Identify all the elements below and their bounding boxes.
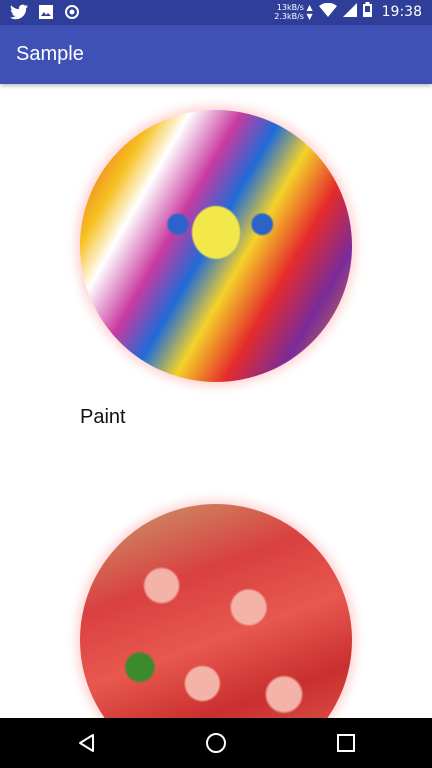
battery-icon	[362, 2, 372, 22]
home-icon[interactable]	[204, 731, 228, 755]
twitter-icon	[10, 4, 28, 25]
app-title: Sample	[16, 43, 84, 65]
content-list[interactable]: Paint	[0, 84, 432, 718]
back-icon[interactable]	[75, 731, 99, 755]
nav-bar	[0, 718, 432, 768]
signal-icon	[342, 2, 357, 22]
strawberries-photo	[80, 504, 352, 718]
network-speed: 13kB/s ▲ 2.3kB/s ▼	[274, 3, 312, 21]
net-down-text: 2.3kB/s ▼	[274, 12, 313, 21]
wifi-icon	[318, 2, 337, 22]
face-paint-photo	[80, 110, 352, 382]
net-up-text: 13kB/s ▲	[276, 3, 313, 12]
recents-icon[interactable]	[334, 731, 358, 755]
image-icon	[38, 4, 54, 25]
app-bar: Sample	[0, 25, 432, 84]
sync-icon	[64, 4, 80, 25]
item-caption: Paint	[80, 406, 126, 428]
status-bar: 13kB/s ▲ 2.3kB/s ▼ 19:38	[0, 0, 432, 25]
clock: 19:38	[381, 4, 422, 20]
